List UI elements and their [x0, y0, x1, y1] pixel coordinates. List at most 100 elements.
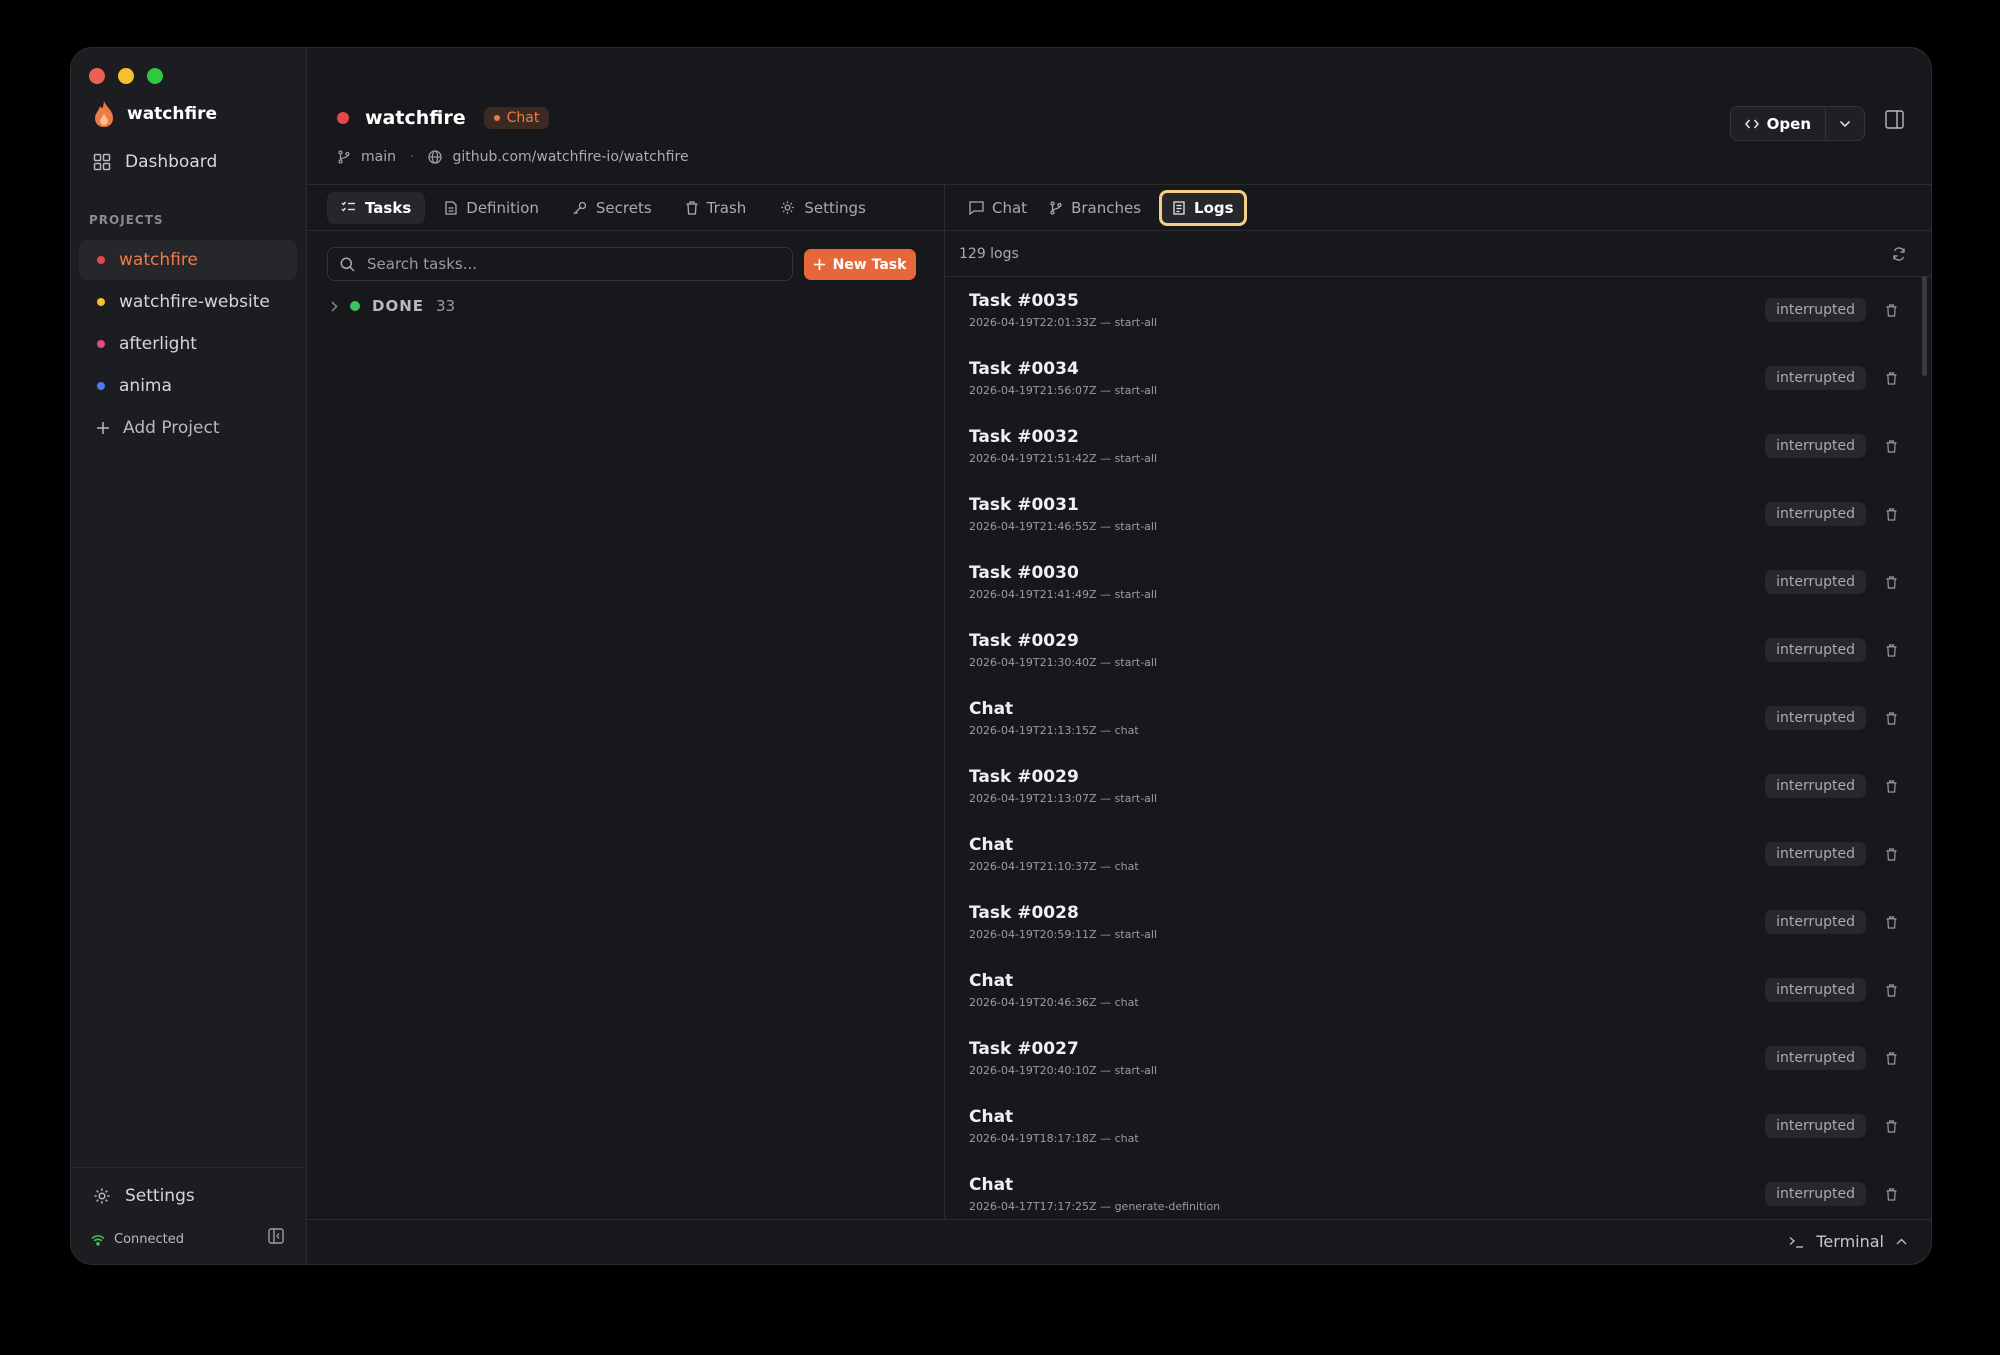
log-row[interactable]: Task #0035 2026-04-19T22:01:33Z — start-a…: [945, 276, 1931, 344]
trash-icon[interactable]: [1886, 847, 1897, 861]
log-row[interactable]: Task #0030 2026-04-19T21:41:49Z — start-a…: [945, 548, 1931, 616]
sidebar-item-project-anima[interactable]: anima: [79, 366, 297, 406]
tab-branches[interactable]: Branches: [1039, 193, 1151, 223]
tab-tasks[interactable]: Tasks: [327, 191, 426, 224]
app-brand: watchfire: [93, 100, 217, 128]
tab-secrets[interactable]: Secrets: [559, 192, 666, 224]
trash-icon[interactable]: [1886, 915, 1897, 929]
trash-icon[interactable]: [1886, 371, 1897, 385]
group-label: DONE: [372, 297, 425, 315]
chevron-down-icon: [1839, 120, 1851, 128]
bottom-bar: Terminal: [307, 1219, 1931, 1264]
terminal-toggle[interactable]: Terminal: [1789, 1232, 1907, 1251]
trash-icon[interactable]: [1886, 1187, 1897, 1201]
log-info: Task #0031 2026-04-19T21:46:55Z — start-a…: [969, 495, 1765, 533]
log-row[interactable]: Task #0034 2026-04-19T21:56:07Z — start-a…: [945, 344, 1931, 412]
trash-icon[interactable]: [1886, 779, 1897, 793]
log-row[interactable]: Task #0027 2026-04-19T20:40:10Z — start-a…: [945, 1024, 1931, 1092]
log-title: Chat: [969, 1175, 1014, 1195]
project-label: watchfire: [119, 250, 198, 270]
sidebar-item-project-watchfire-website[interactable]: watchfire-website: [79, 282, 297, 322]
scrollbar-thumb[interactable]: [1922, 276, 1927, 376]
close-window-button[interactable]: [89, 68, 105, 84]
log-timestamp: 2026-04-19T20:40:10Z — start-all: [969, 1064, 1158, 1077]
projects-heading: PROJECTS: [89, 213, 164, 227]
open-dropdown-button[interactable]: [1826, 107, 1864, 140]
log-timestamp: 2026-04-19T20:59:11Z — start-all: [969, 928, 1158, 941]
terminal-label: Terminal: [1816, 1232, 1884, 1251]
search-input[interactable]: Search tasks...: [327, 247, 793, 281]
tab-chat[interactable]: Chat: [959, 193, 1037, 223]
add-project-button[interactable]: Add Project: [79, 408, 297, 448]
log-row[interactable]: Task #0031 2026-04-19T21:46:55Z — start-a…: [945, 480, 1931, 548]
document-icon: [445, 200, 457, 215]
log-info: Task #0029 2026-04-19T21:30:40Z — start-a…: [969, 631, 1765, 669]
open-button[interactable]: Open: [1731, 107, 1826, 140]
log-title: Chat: [969, 1107, 1014, 1127]
new-task-button[interactable]: New Task: [804, 249, 916, 280]
wifi-icon: [91, 1234, 105, 1246]
tab-label: Definition: [466, 198, 539, 217]
tab-settings[interactable]: Settings: [766, 192, 880, 224]
toggle-panel-icon[interactable]: [1885, 110, 1904, 129]
log-row[interactable]: Task #0029 2026-04-19T21:13:07Z — start-a…: [945, 752, 1931, 820]
repo-link[interactable]: github.com/watchfire-io/watchfire: [452, 149, 688, 165]
log-row[interactable]: Task #0028 2026-04-19T20:59:11Z — start-a…: [945, 888, 1931, 956]
trash-icon[interactable]: [1886, 983, 1897, 997]
tab-logs[interactable]: Logs: [1159, 189, 1247, 226]
log-row[interactable]: Chat 2026-04-19T18:17:18Z — chat interrupt…: [945, 1092, 1931, 1160]
minimize-window-button[interactable]: [118, 68, 134, 84]
sidebar-item-settings[interactable]: Settings: [93, 1186, 195, 1206]
log-row[interactable]: Task #0032 2026-04-19T21:51:42Z — start-a…: [945, 412, 1931, 480]
tab-trash[interactable]: Trash: [672, 192, 761, 224]
trash-icon[interactable]: [1886, 303, 1897, 317]
trash-icon[interactable]: [1886, 439, 1897, 453]
connection-status: Connected: [91, 1232, 184, 1247]
trash-icon[interactable]: [1886, 1119, 1897, 1133]
trash-icon[interactable]: [1886, 711, 1897, 725]
search-icon: [340, 257, 355, 272]
task-group-done[interactable]: DONE 33: [331, 297, 455, 315]
plus-icon: [813, 259, 825, 270]
tab-definition[interactable]: Definition: [431, 192, 553, 224]
log-info: Task #0030 2026-04-19T21:41:49Z — start-a…: [969, 563, 1765, 601]
log-row[interactable]: Chat 2026-04-19T21:10:37Z — chat interrupt…: [945, 820, 1931, 888]
trash-icon: [686, 200, 698, 215]
log-title: Chat: [969, 835, 1014, 855]
log-info: Chat 2026-04-19T21:13:15Z — chat: [969, 699, 1765, 737]
project-status-dot: [337, 112, 349, 124]
log-timestamp: 2026-04-19T21:56:07Z — start-all: [969, 384, 1158, 397]
trash-icon[interactable]: [1886, 1051, 1897, 1065]
status-badge: interrupted: [1765, 1046, 1866, 1070]
search-placeholder: Search tasks...: [367, 255, 477, 273]
log-title: Task #0035: [969, 291, 1079, 311]
log-title: Task #0034: [969, 359, 1079, 379]
title-row: watchfire Chat: [337, 107, 550, 129]
log-timestamp: 2026-04-19T21:30:40Z — start-all: [969, 656, 1158, 669]
sidebar-item-project-afterlight[interactable]: afterlight: [79, 324, 297, 364]
log-row[interactable]: Chat 2026-04-19T21:13:15Z — chat interrupt…: [945, 684, 1931, 752]
log-timestamp: 2026-04-19T20:46:36Z — chat: [969, 996, 1139, 1009]
trash-icon[interactable]: [1886, 643, 1897, 657]
log-row[interactable]: Task #0029 2026-04-19T21:30:40Z — start-a…: [945, 616, 1931, 684]
log-row[interactable]: Chat 2026-04-19T20:46:36Z — chat interrupt…: [945, 956, 1931, 1024]
log-row[interactable]: Chat 2026-04-17T17:17:25Z — generate-defi…: [945, 1160, 1931, 1219]
log-timestamp: 2026-04-19T21:10:37Z — chat: [969, 860, 1139, 873]
key-icon: [573, 201, 587, 215]
status-badge: interrupted: [1765, 774, 1866, 798]
add-project-label: Add Project: [123, 418, 220, 438]
plus-icon: [97, 422, 109, 434]
sidebar-item-dashboard[interactable]: Dashboard: [93, 152, 217, 172]
sidebar-item-project-watchfire[interactable]: watchfire: [79, 240, 297, 280]
trash-icon[interactable]: [1886, 575, 1897, 589]
refresh-icon[interactable]: [1892, 246, 1906, 261]
trash-icon[interactable]: [1886, 507, 1897, 521]
log-title: Task #0027: [969, 1039, 1079, 1059]
collapse-sidebar-icon[interactable]: [268, 1228, 284, 1244]
app-window: watchfire Dashboard PROJECTS watchfire w…: [70, 47, 1932, 1265]
right-tab-bar: Chat Branches Logs: [945, 185, 1931, 231]
project-list: watchfire watchfire-website afterlight a…: [79, 240, 297, 450]
settings-label: Settings: [125, 1186, 195, 1206]
status-badge: interrupted: [1765, 1182, 1866, 1206]
maximize-window-button[interactable]: [147, 68, 163, 84]
